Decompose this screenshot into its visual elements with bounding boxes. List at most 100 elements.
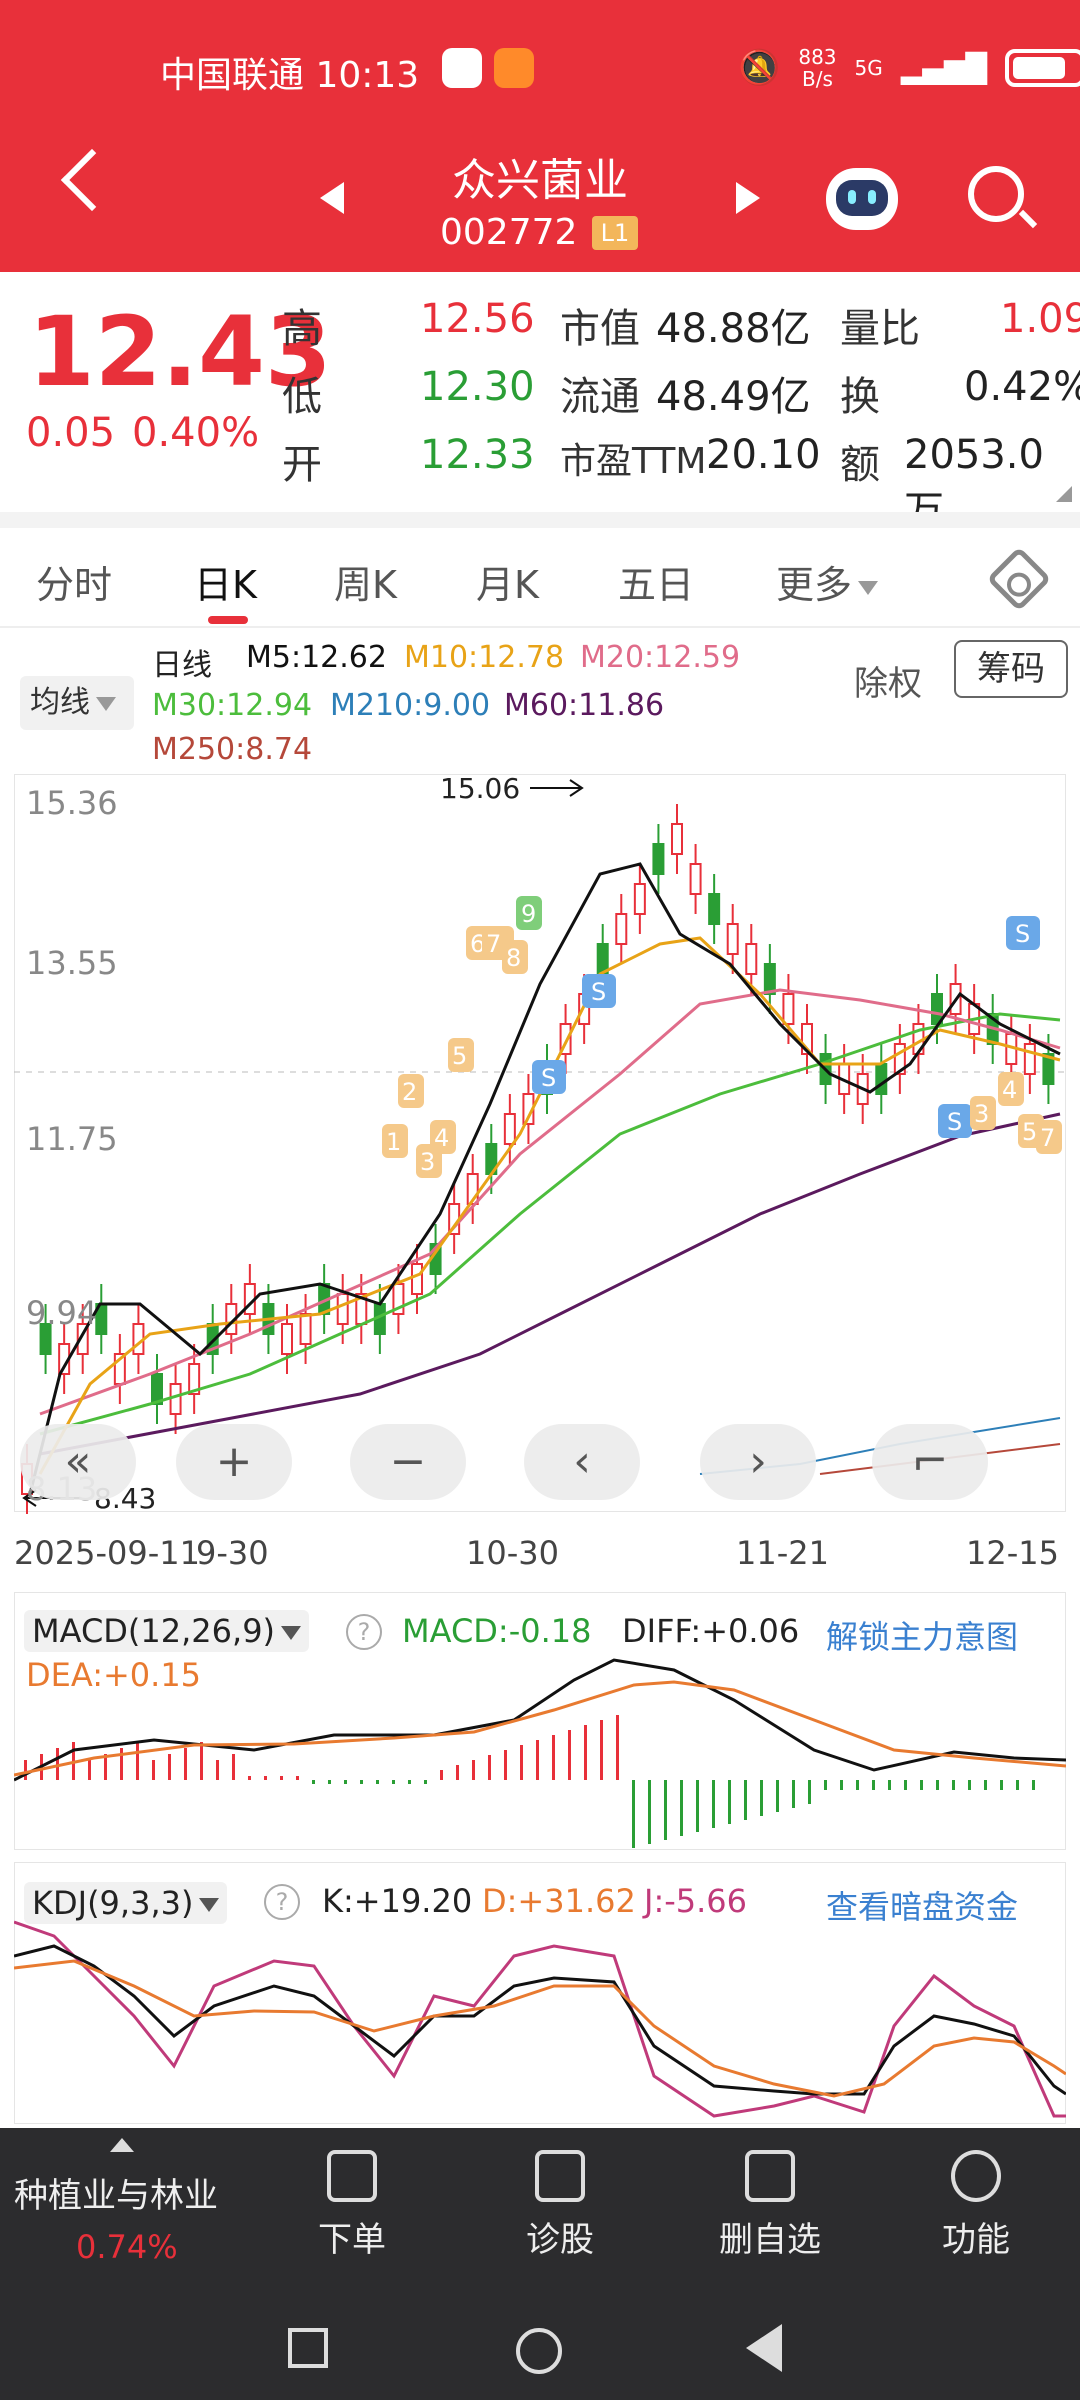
macd-bar (904, 1780, 907, 1790)
y-axis-label: 13.55 (26, 944, 118, 982)
amount-label: 额 (840, 442, 880, 488)
candle-body (708, 893, 721, 925)
svg-text:9: 9 (521, 900, 536, 928)
remove-watchlist-button[interactable]: 删自选 (710, 2128, 830, 2261)
expand-corner-icon[interactable] (1056, 486, 1072, 502)
signal-icon: ▂▄▆█ (900, 51, 987, 85)
macd-bar (824, 1780, 827, 1790)
zoom-out-button[interactable]: − (350, 1424, 466, 1500)
turnover-value: 0.42% (964, 364, 1080, 410)
expand-up-icon[interactable] (110, 2138, 134, 2152)
macd-bar (776, 1780, 779, 1812)
tab-intraday[interactable]: 分时 (36, 554, 112, 609)
signal-tags: S S S S 9 6 7 8 5 2 1 4 3 4 3 5 7 (382, 896, 1062, 1178)
candle-body (503, 1113, 516, 1145)
ma10-value: M10:12.78 (404, 640, 565, 675)
svg-text:5: 5 (452, 1042, 467, 1070)
kline-chart[interactable]: 15.06 8.43 S S S S 9 6 7 8 5 2 1 4 3 4 3… (0, 774, 1080, 1514)
chevron-down-icon (281, 1626, 302, 1640)
candle-body (615, 913, 628, 945)
macd-bar (568, 1730, 571, 1780)
x-axis-label: 11-21 (736, 1534, 829, 1572)
candle-body (745, 943, 758, 975)
ma20-line (39, 988, 1061, 1416)
macd-bar (24, 1760, 27, 1780)
ai-assistant-icon[interactable] (826, 168, 898, 230)
macd-bar (136, 1742, 139, 1780)
tab-five-day[interactable]: 五日 (618, 554, 694, 609)
search-icon[interactable] (968, 166, 1024, 222)
chip-distribution-button[interactable]: 筹码 (954, 640, 1068, 698)
macd-bar (664, 1780, 667, 1840)
macd-bar (456, 1765, 459, 1780)
macd-bar (552, 1735, 555, 1780)
zoom-in-button[interactable]: + (176, 1424, 292, 1500)
ma250-value: M250:8.74 (152, 732, 313, 767)
svg-text:S: S (591, 978, 606, 1006)
scroll-right-button[interactable]: › (700, 1424, 816, 1500)
svg-text:S: S (541, 1064, 556, 1092)
high-mark-label: 15.06 (440, 774, 520, 805)
macd-bar (728, 1780, 731, 1824)
level-badge: L1 (592, 216, 638, 250)
sector-name[interactable]: 种植业与林业 (14, 2168, 218, 2217)
macd-bar (968, 1780, 971, 1790)
macd-chart (14, 1658, 1066, 1848)
mcap-value: 48.88亿 (656, 306, 811, 352)
tab-more[interactable]: 更多 (776, 554, 879, 609)
svg-text:8: 8 (506, 944, 521, 972)
help-icon[interactable]: ? (264, 1884, 300, 1920)
scroll-start-button[interactable]: « (20, 1424, 136, 1500)
low-label: 低 (282, 374, 322, 420)
macd-bar (808, 1780, 811, 1804)
ma210-value: M210:9.00 (330, 688, 491, 723)
pe-label: 市盈TTM (560, 441, 707, 482)
indicator-select-label: 均线 (30, 685, 90, 720)
fullscreen-button[interactable]: ⌐ (872, 1424, 988, 1500)
macd-bar (440, 1770, 443, 1780)
speed-unit: B/s (801, 67, 833, 91)
tab-daily-k[interactable]: 日K (194, 554, 257, 609)
order-label: 下单 (318, 2220, 386, 2260)
macd-bar (152, 1760, 155, 1780)
float-label: 流通 (560, 374, 640, 420)
mcap-label: 市值 (560, 306, 640, 352)
y-axis-label: 15.36 (26, 784, 118, 822)
candle-body (169, 1383, 182, 1415)
y-axis-label: 11.75 (26, 1120, 118, 1158)
indicator-select[interactable]: 均线 (20, 676, 134, 730)
notification-icons (442, 48, 534, 88)
home-icon[interactable] (516, 2328, 562, 2374)
ex-rights-toggle[interactable]: 除权 (854, 656, 922, 705)
macd-bar (792, 1780, 795, 1808)
macd-bar (216, 1760, 219, 1780)
macd-bar (936, 1780, 939, 1790)
macd-bar (328, 1780, 331, 1784)
function-button[interactable]: 功能 (926, 2128, 1026, 2261)
pe-value: 20.10 (706, 432, 821, 478)
back-nav-icon[interactable] (746, 2324, 782, 2372)
function-label: 功能 (942, 2220, 1010, 2260)
next-stock-icon[interactable] (736, 182, 760, 214)
k-value: K:+19.20 (322, 1882, 473, 1920)
battery-icon (1004, 49, 1080, 87)
x-axis-label: 9-30 (196, 1534, 269, 1572)
tab-monthly-k[interactable]: 月K (476, 554, 539, 609)
ma5-line (28, 862, 1061, 1495)
macd-bar (536, 1740, 539, 1780)
macd-bar (760, 1780, 763, 1816)
bottom-toolbar: 种植业与林业 0.74% 下单 诊股 删自选 功能 (0, 2128, 1080, 2400)
macd-bar (984, 1780, 987, 1790)
macd-bar (840, 1780, 843, 1790)
turnover-label: 换 (840, 374, 880, 420)
order-button[interactable]: 下单 (302, 2128, 402, 2261)
tab-weekly-k[interactable]: 周K (334, 554, 397, 609)
d-value: D:+31.62 (482, 1882, 636, 1920)
candle-body (281, 1323, 293, 1355)
ma60-line (39, 1112, 1061, 1456)
diagnose-button[interactable]: 诊股 (508, 2128, 612, 2261)
function-icon (951, 2150, 1001, 2202)
recent-apps-icon[interactable] (288, 2328, 328, 2368)
scroll-left-button[interactable]: ‹ (524, 1424, 640, 1500)
active-tab-indicator (208, 616, 248, 624)
